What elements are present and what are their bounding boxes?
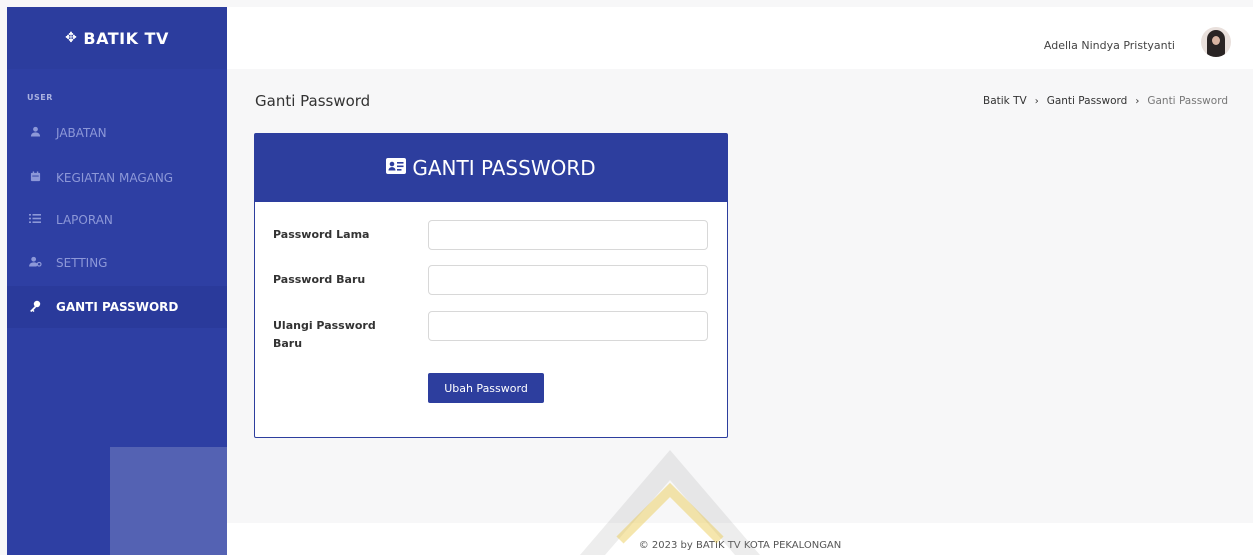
new-password-label: Password Baru xyxy=(273,273,366,286)
sidebar-item-kegiatan-magang[interactable]: KEGIATAN MAGANG xyxy=(7,157,227,199)
sidebar-item-label: GANTI PASSWORD xyxy=(56,300,179,314)
confirm-password-input[interactable] xyxy=(428,311,708,341)
change-password-card: GANTI PASSWORD Password Lama Password Ba… xyxy=(254,133,728,438)
top-header: Adella Nindya Pristyanti xyxy=(227,7,1253,69)
key-icon xyxy=(28,300,42,315)
chevron-right-icon: › xyxy=(1034,95,1039,107)
breadcrumb: Batik TV › Ganti Password › Ganti Passwo… xyxy=(983,95,1228,107)
id-card-icon xyxy=(386,157,407,179)
sidebar-item-setting[interactable]: SETTING xyxy=(7,242,227,284)
old-password-label: Password Lama xyxy=(273,228,370,241)
sidebar-item-label: SETTING xyxy=(56,256,108,270)
sidebar-item-label: JABATAN xyxy=(56,126,107,140)
sidebar-item-label: LAPORAN xyxy=(56,213,113,227)
breadcrumb-item-home[interactable]: Batik TV xyxy=(983,95,1027,107)
brand-logo[interactable]: ✥ BATIK TV xyxy=(7,7,227,69)
card-header: GANTI PASSWORD xyxy=(255,134,727,202)
sidebar-item-ganti-password[interactable]: GANTI PASSWORD xyxy=(7,286,227,328)
sidebar-section-label: USER xyxy=(27,93,53,102)
watermark-logo xyxy=(580,450,760,555)
page-title: Ganti Password xyxy=(255,92,371,110)
chevron-right-icon: › xyxy=(1135,95,1140,107)
list-icon xyxy=(28,213,42,227)
sidebar-item-laporan[interactable]: LAPORAN xyxy=(7,199,227,241)
user-cog-icon xyxy=(28,256,42,270)
user-name[interactable]: Adella Nindya Pristyanti xyxy=(1044,39,1175,52)
sidebar-decoration xyxy=(110,447,227,555)
user-icon xyxy=(28,126,42,140)
calendar-icon xyxy=(28,171,42,185)
breadcrumb-current: Ganti Password xyxy=(1147,95,1228,107)
sidebar-item-label: KEGIATAN MAGANG xyxy=(56,171,174,185)
change-password-button[interactable]: Ubah Password xyxy=(428,373,544,403)
confirm-password-label: Ulangi Password Baru xyxy=(273,319,376,350)
batik-logo-icon: ✥ xyxy=(65,30,78,46)
card-title: GANTI PASSWORD xyxy=(412,156,596,180)
sidebar-item-jabatan[interactable]: JABATAN xyxy=(7,112,227,154)
brand-name: BATIK TV xyxy=(83,28,169,48)
avatar[interactable] xyxy=(1201,27,1231,57)
breadcrumb-item[interactable]: Ganti Password xyxy=(1047,95,1128,107)
old-password-input[interactable] xyxy=(428,220,708,250)
avatar-face xyxy=(1212,36,1220,45)
new-password-input[interactable] xyxy=(428,265,708,295)
